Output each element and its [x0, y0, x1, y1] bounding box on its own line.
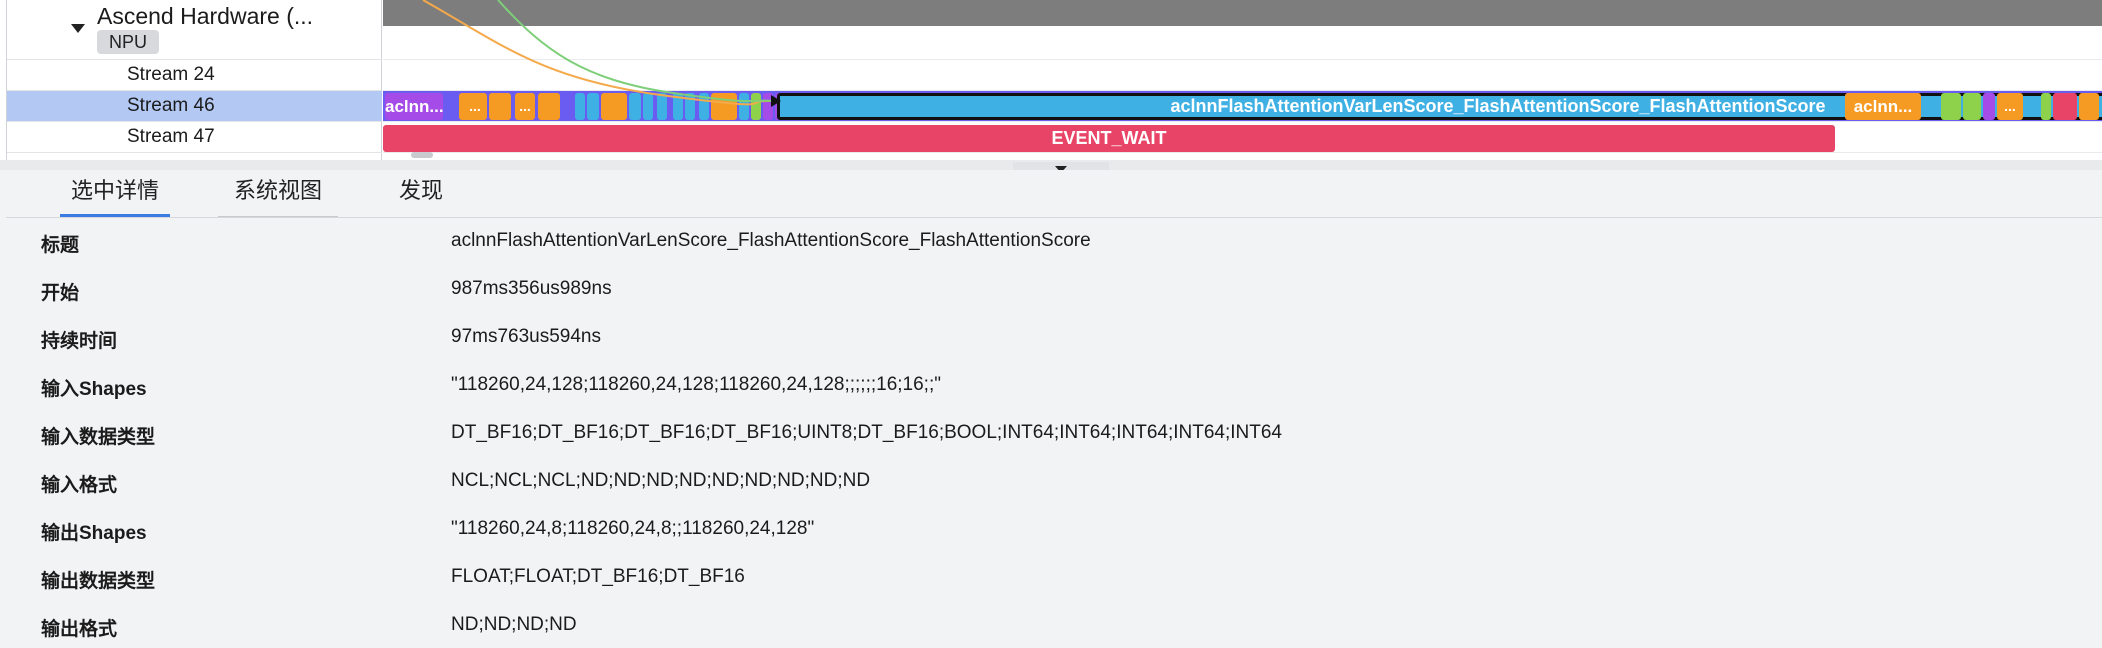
group-title: Ascend Hardware (...: [97, 3, 314, 29]
detail-value[interactable]: "118260,24,8;118260,24,8;;118260,24,128": [451, 518, 814, 540]
slice-block[interactable]: [587, 93, 599, 120]
slice-block[interactable]: [699, 93, 709, 120]
process-tree-panel: Ascend Hardware (... NPU Stream 24 Strea…: [6, 0, 382, 160]
slice-block[interactable]: [643, 93, 653, 120]
tree-group-ascend-hardware[interactable]: Ascend Hardware (... NPU: [7, 0, 382, 60]
detail-value[interactable]: FLOAT;FLOAT;DT_BF16;DT_BF16: [451, 566, 745, 588]
detail-row-title: 标题 aclnnFlashAttentionVarLenScore_FlashA…: [6, 218, 2102, 266]
track-group-header: [383, 0, 2102, 60]
detail-row-input-shapes: 输入Shapes "118260,24,128;118260,24,128;11…: [6, 362, 2102, 410]
slice-block[interactable]: [575, 93, 585, 120]
slice-dots[interactable]: ...: [463, 93, 487, 120]
slice-block[interactable]: [1941, 93, 1961, 120]
track-stream-24[interactable]: [383, 60, 2102, 91]
slice-block[interactable]: [1963, 93, 1981, 120]
detail-key: 输入数据类型: [41, 427, 156, 448]
slice-block[interactable]: [601, 93, 627, 120]
detail-row-output-formats: 输出格式 ND;ND;ND;ND: [6, 602, 2102, 648]
stream-label: Stream 46: [127, 95, 215, 116]
slice-small[interactable]: aclnn...: [1845, 93, 1921, 120]
slice-block[interactable]: [657, 93, 667, 120]
app-window: Ascend Hardware (... NPU Stream 24 Strea…: [0, 0, 2102, 648]
detail-row-input-dtypes: 输入数据类型 DT_BF16;DT_BF16;DT_BF16;DT_BF16;U…: [6, 410, 2102, 458]
detail-row-output-dtypes: 输出数据类型 FLOAT;FLOAT;DT_BF16;DT_BF16: [6, 554, 2102, 602]
detail-value[interactable]: NCL;NCL;NCL;ND;ND;ND;ND;ND;ND;ND;ND;ND: [451, 470, 870, 492]
slice-dots[interactable]: ...: [515, 93, 535, 120]
detail-key: 持续时间: [41, 331, 118, 352]
slice-block[interactable]: [489, 93, 511, 120]
stream-label: Stream 47: [127, 126, 215, 147]
detail-value[interactable]: 987ms356us989ns: [451, 278, 612, 300]
slice-block[interactable]: [2041, 93, 2051, 120]
slice-block[interactable]: [1983, 93, 1995, 120]
slice-block[interactable]: [2079, 93, 2099, 120]
stream-label: Stream 24: [127, 64, 215, 85]
caret-down-icon[interactable]: [71, 24, 85, 33]
timeline-view: Ascend Hardware (... NPU Stream 24 Strea…: [0, 0, 2102, 160]
detail-value[interactable]: ND;ND;ND;ND: [451, 614, 577, 636]
detail-key: 输出Shapes: [41, 523, 147, 544]
slice-block[interactable]: [629, 93, 641, 120]
tree-row-stream-24[interactable]: Stream 24: [7, 60, 382, 91]
detail-key: 输出数据类型: [41, 571, 156, 592]
detail-row-output-shapes: 输出Shapes "118260,24,8;118260,24,8;;11826…: [6, 506, 2102, 554]
slice-block[interactable]: [739, 93, 749, 120]
tab-selection-details[interactable]: 选中详情: [60, 170, 170, 217]
slice-block[interactable]: [711, 93, 737, 120]
tab-label: 发现: [398, 178, 443, 203]
slice-block[interactable]: [2053, 93, 2077, 120]
detail-row-input-formats: 输入格式 NCL;NCL;NCL;ND;ND;ND;ND;ND;ND;ND;ND…: [6, 458, 2102, 506]
tab-label: 系统视图: [233, 178, 322, 203]
active-tab-indicator: [60, 214, 170, 217]
tab-system-view[interactable]: 系统视图: [218, 170, 338, 217]
slice-block[interactable]: [751, 93, 761, 120]
tab-findings[interactable]: 发现: [386, 170, 456, 217]
detail-key: 输入Shapes: [41, 379, 147, 400]
slice-block[interactable]: [763, 93, 773, 120]
tab-divider: [218, 216, 338, 217]
detail-key: 标题: [41, 235, 80, 256]
selection-details-table: 标题 aclnnFlashAttentionVarLenScore_FlashA…: [6, 218, 2102, 648]
slice-dots[interactable]: ...: [1997, 93, 2023, 120]
slice-block[interactable]: [685, 93, 695, 120]
detail-value[interactable]: aclnnFlashAttentionVarLenScore_FlashAtte…: [451, 230, 1091, 252]
event-wait-slice[interactable]: EVENT_WAIT: [383, 125, 1835, 152]
detail-key: 输入格式: [41, 475, 118, 496]
details-tabs: 选中详情 系统视图 发现: [6, 170, 2102, 218]
slice-small[interactable]: aclnn...: [385, 93, 443, 120]
slice-block[interactable]: [673, 93, 683, 120]
tree-row-stream-46[interactable]: Stream 46: [7, 91, 382, 122]
detail-key: 输出格式: [41, 619, 118, 640]
horizontal-scrollbar[interactable]: [411, 152, 433, 158]
track-stream-46[interactable]: aclnn... ... ... aclnnFlashAttentionVarL…: [383, 91, 2102, 122]
detail-value[interactable]: DT_BF16;DT_BF16;DT_BF16;DT_BF16;UINT8;DT…: [451, 422, 1282, 444]
detail-value[interactable]: 97ms763us594ns: [451, 326, 601, 348]
tracks-area[interactable]: aclnn... ... ... aclnnFlashAttentionVarL…: [383, 0, 2102, 160]
group-summary-band: [383, 0, 2102, 26]
tree-row-stream-47[interactable]: Stream 47: [7, 122, 382, 153]
slice-block[interactable]: [538, 93, 560, 120]
detail-value[interactable]: "118260,24,128;118260,24,128;118260,24,1…: [451, 374, 941, 396]
tab-label: 选中详情: [70, 178, 159, 203]
detail-row-start: 开始 987ms356us989ns: [6, 266, 2102, 314]
npu-badge: NPU: [97, 30, 160, 54]
detail-key: 开始: [41, 283, 80, 304]
detail-row-duration: 持续时间 97ms763us594ns: [6, 314, 2102, 362]
